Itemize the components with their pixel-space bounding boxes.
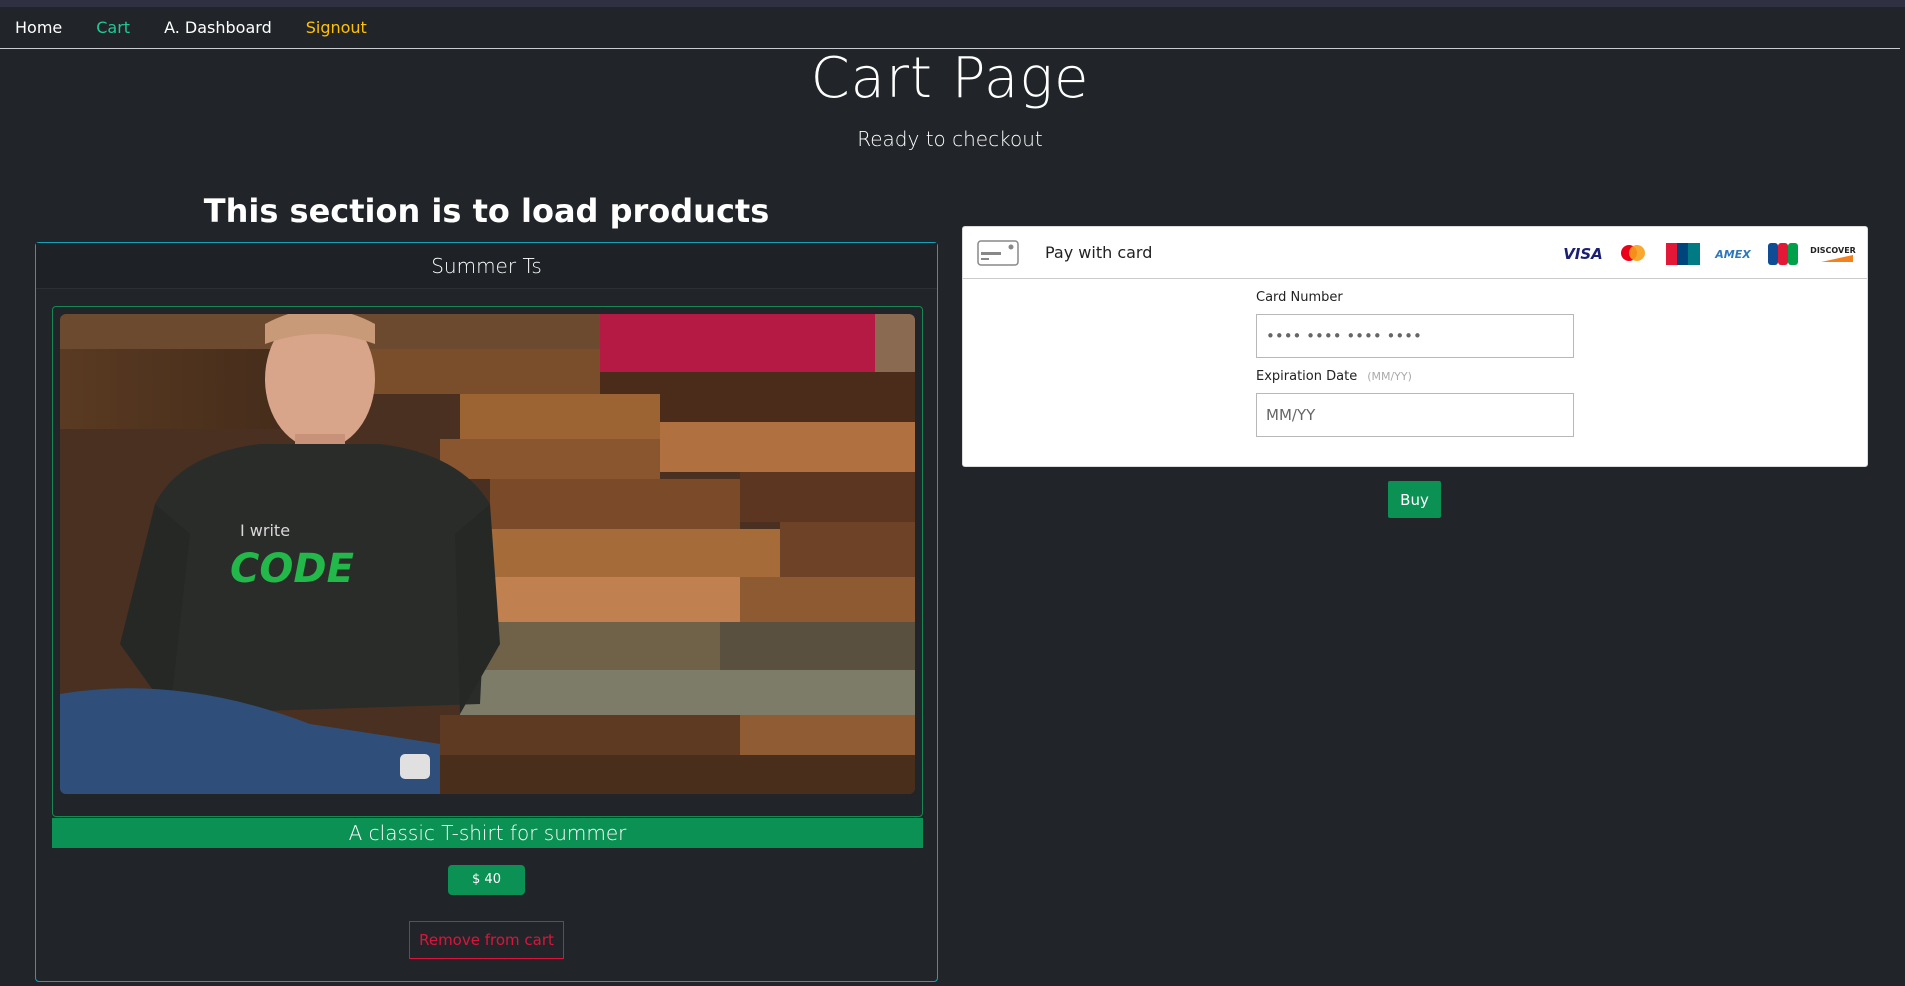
nav-cart-link[interactable]: Cart [96, 18, 130, 37]
credit-card-icon [977, 240, 1019, 266]
nav-home-link[interactable]: Home [15, 18, 62, 37]
navbar: Home Cart A. Dashboard Signout [0, 7, 1900, 49]
expiration-hint: (MM/YY) [1367, 370, 1412, 383]
discover-icon: DISCOVER [1810, 243, 1856, 265]
products-section-heading: This section is to load products [203, 192, 770, 230]
product-card: Summer Ts I write CODE A classic T-shirt… [35, 242, 938, 982]
product-image-frame: I write CODE [52, 306, 923, 817]
buy-button[interactable]: Buy [1388, 481, 1441, 518]
jcb-icon [1763, 243, 1803, 265]
payment-card: Pay with card VISA AMEX DISCOVER Card Nu… [962, 226, 1868, 467]
t-shirt-photo: I write CODE [60, 314, 915, 794]
payment-header: Pay with card VISA AMEX DISCOVER [963, 227, 1867, 279]
expiration-date-label: Expiration Date (MM/YY) [1256, 369, 1412, 384]
nav-signout-link[interactable]: Signout [306, 18, 367, 37]
mastercard-icon [1613, 243, 1653, 265]
browser-top-strip [0, 0, 1905, 7]
expiration-date-input[interactable] [1256, 393, 1574, 437]
remove-from-cart-button[interactable]: Remove from cart [409, 921, 564, 959]
card-number-label: Card Number [1256, 290, 1343, 305]
shirt-text-line2: CODE [230, 546, 354, 592]
pay-with-card-title: Pay with card [1045, 243, 1153, 262]
amex-icon: AMEX [1715, 247, 1751, 261]
card-brands: VISA AMEX DISCOVER [1563, 243, 1856, 265]
page-title: Cart Page [810, 46, 1090, 111]
unionpay-icon [1663, 243, 1703, 265]
expiration-label-text: Expiration Date [1256, 369, 1358, 384]
page-subtitle: Ready to checkout [857, 127, 1043, 151]
card-number-input[interactable] [1256, 314, 1574, 358]
product-name: Summer Ts [36, 243, 937, 289]
visa-icon: VISA [1563, 245, 1603, 263]
price-badge: $ 40 [448, 865, 525, 895]
product-description: A classic T-shirt for summer [52, 818, 923, 848]
shirt-text-line1: I write [240, 521, 290, 540]
nav-dashboard-link[interactable]: A. Dashboard [164, 18, 272, 37]
